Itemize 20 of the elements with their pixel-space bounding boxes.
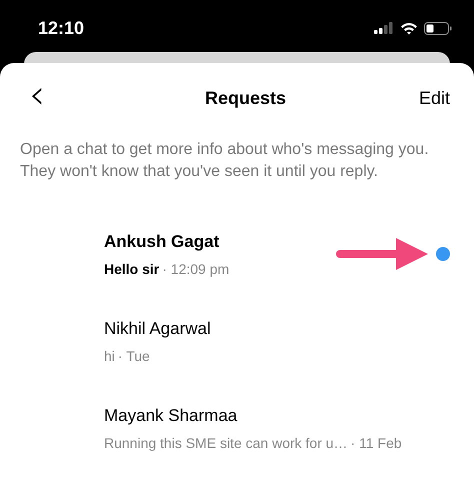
status-time: 12:10	[38, 16, 84, 40]
contact-name: Mayank Sharmaa	[104, 405, 238, 428]
message-preview: Hello sir	[104, 260, 160, 279]
request-row[interactable]: Nikhil Agarwal hi · Tue	[0, 298, 474, 385]
message-time: · 12:09 pm	[162, 260, 230, 279]
message-time: · 11 Feb	[350, 434, 402, 453]
contact-name: Ankush Gagat	[104, 231, 220, 254]
screen-title: Requests	[204, 86, 286, 110]
request-row[interactable]: Mayank Sharmaa Running this SME site can work for u… · 11 Feb	[0, 385, 474, 472]
contact-name: Nikhil Agarwal	[104, 318, 211, 340]
request-row[interactable]: Ankush Gagat Hello sir · 12:09 pm	[0, 211, 474, 298]
back-button[interactable]: ‹	[22, 75, 52, 115]
requests-notice: Open a chat to get more info about who's messaging you. They won't know that you've seen it until you reply.	[19, 140, 430, 182]
wifi-icon	[400, 22, 418, 34]
battery-icon	[424, 22, 452, 34]
edit-button[interactable]: Edit	[418, 84, 452, 112]
message-preview: Running this SME site can work for u…	[104, 434, 348, 453]
signal-icon	[374, 22, 394, 34]
message-time: · Tue	[118, 346, 150, 366]
message-preview: hi	[104, 346, 115, 366]
